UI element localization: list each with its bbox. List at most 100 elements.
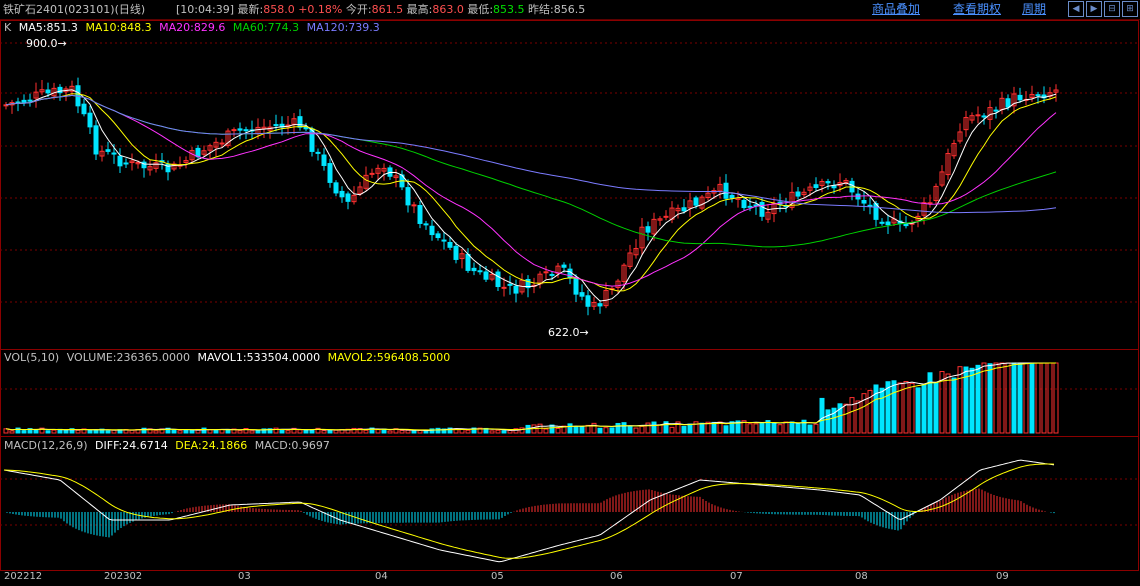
volume-bar — [555, 428, 561, 434]
volume-bar — [957, 366, 963, 434]
kline-chart[interactable]: 900.0→ 622.0→ — [0, 0, 1140, 586]
candle-body — [93, 125, 99, 155]
candle-body — [273, 124, 279, 127]
candle-body — [513, 285, 519, 294]
candle-body — [321, 154, 327, 166]
volume-bar — [411, 430, 417, 434]
volume-bar — [105, 430, 111, 434]
volume-bar — [435, 427, 441, 434]
volume-bar — [489, 430, 495, 434]
volume-bar — [891, 380, 897, 434]
volume-bar — [387, 430, 393, 434]
candle-body — [471, 267, 477, 272]
volume-bar — [993, 362, 999, 434]
volume-bar — [873, 384, 879, 434]
volume-bar — [63, 429, 69, 434]
volume-bar — [651, 421, 657, 434]
volume-bar — [213, 429, 219, 434]
volume-bar — [567, 423, 573, 434]
candle-body — [45, 89, 51, 94]
candle-body — [123, 162, 129, 165]
volume-bar — [33, 429, 39, 434]
volume-bar — [807, 424, 813, 434]
volume-bar — [1053, 362, 1059, 434]
candle-body — [543, 271, 549, 274]
candle-body — [21, 99, 27, 103]
volume-bar — [687, 423, 693, 434]
volume-bar — [189, 429, 195, 434]
volume-bar — [249, 430, 255, 434]
candle-body — [117, 155, 123, 167]
candle-body — [495, 271, 501, 288]
high-price-marker: 900.0→ — [26, 37, 67, 50]
candle-body — [423, 223, 429, 226]
candle-body — [237, 128, 243, 131]
candle-body — [693, 197, 699, 206]
candle-body — [405, 187, 411, 206]
ma20-line — [5, 94, 1057, 287]
volume-bar — [183, 429, 189, 434]
volume-bar — [699, 422, 705, 434]
volume-bar — [9, 430, 15, 434]
volume-bar — [795, 423, 801, 434]
x-axis-label: 03 — [238, 571, 251, 582]
candle-body — [825, 181, 831, 184]
candle-body — [975, 114, 981, 117]
candle-body — [87, 112, 93, 128]
volume-bar — [753, 423, 759, 434]
volume-bar — [297, 429, 303, 434]
volume-bar — [669, 426, 675, 434]
candle-body — [747, 205, 753, 208]
volume-bar — [1041, 362, 1047, 434]
candle-body — [663, 215, 669, 218]
candle-body — [111, 152, 117, 155]
candle-body — [369, 172, 375, 175]
volume-bar — [987, 363, 993, 434]
volume-bar — [849, 397, 855, 434]
ma5-line — [5, 89, 1057, 302]
volume-bar — [855, 400, 861, 434]
candle-body — [435, 233, 441, 239]
candle-body — [81, 103, 87, 115]
volume-bar — [639, 425, 645, 434]
volume-bar — [945, 373, 951, 434]
candle-body — [981, 115, 987, 118]
volume-bar — [273, 427, 279, 434]
volume-bar — [1011, 362, 1017, 434]
volume-bar — [285, 430, 291, 434]
volume-bar — [1023, 362, 1029, 434]
candle-body — [1017, 94, 1023, 101]
candle-body — [465, 253, 471, 271]
volume-bar — [777, 424, 783, 434]
x-axis-label: 202212 — [4, 571, 43, 582]
volume-bar — [45, 430, 51, 434]
volume-bar — [501, 430, 507, 434]
volume-bar — [495, 429, 501, 434]
volume-bar — [201, 427, 207, 434]
volume-bar — [255, 430, 261, 434]
volume-bar — [309, 429, 315, 434]
volume-bar — [597, 427, 603, 434]
ma10-line — [5, 93, 1057, 292]
candle-body — [483, 271, 489, 280]
x-axis-label: 08 — [855, 571, 868, 582]
candle-body — [759, 201, 765, 217]
low-price-marker: 622.0→ — [548, 326, 589, 339]
volume-bar — [885, 381, 891, 434]
x-axis-label: 09 — [996, 571, 1009, 582]
volume-bar — [579, 425, 585, 434]
candle-body — [681, 207, 687, 212]
candle-body — [993, 109, 999, 112]
x-axis-label: 04 — [375, 571, 388, 582]
candle-body — [339, 190, 345, 198]
candle-body — [729, 194, 735, 199]
x-axis-label: 06 — [610, 571, 623, 582]
volume-bar — [603, 427, 609, 434]
volume-bar — [279, 429, 285, 434]
candle-body — [297, 116, 303, 128]
volume-bar — [111, 429, 117, 434]
x-axis-label: 05 — [491, 571, 504, 582]
candle-body — [561, 264, 567, 268]
volume-bar — [237, 430, 243, 434]
x-axis-label: 202302 — [104, 571, 143, 582]
